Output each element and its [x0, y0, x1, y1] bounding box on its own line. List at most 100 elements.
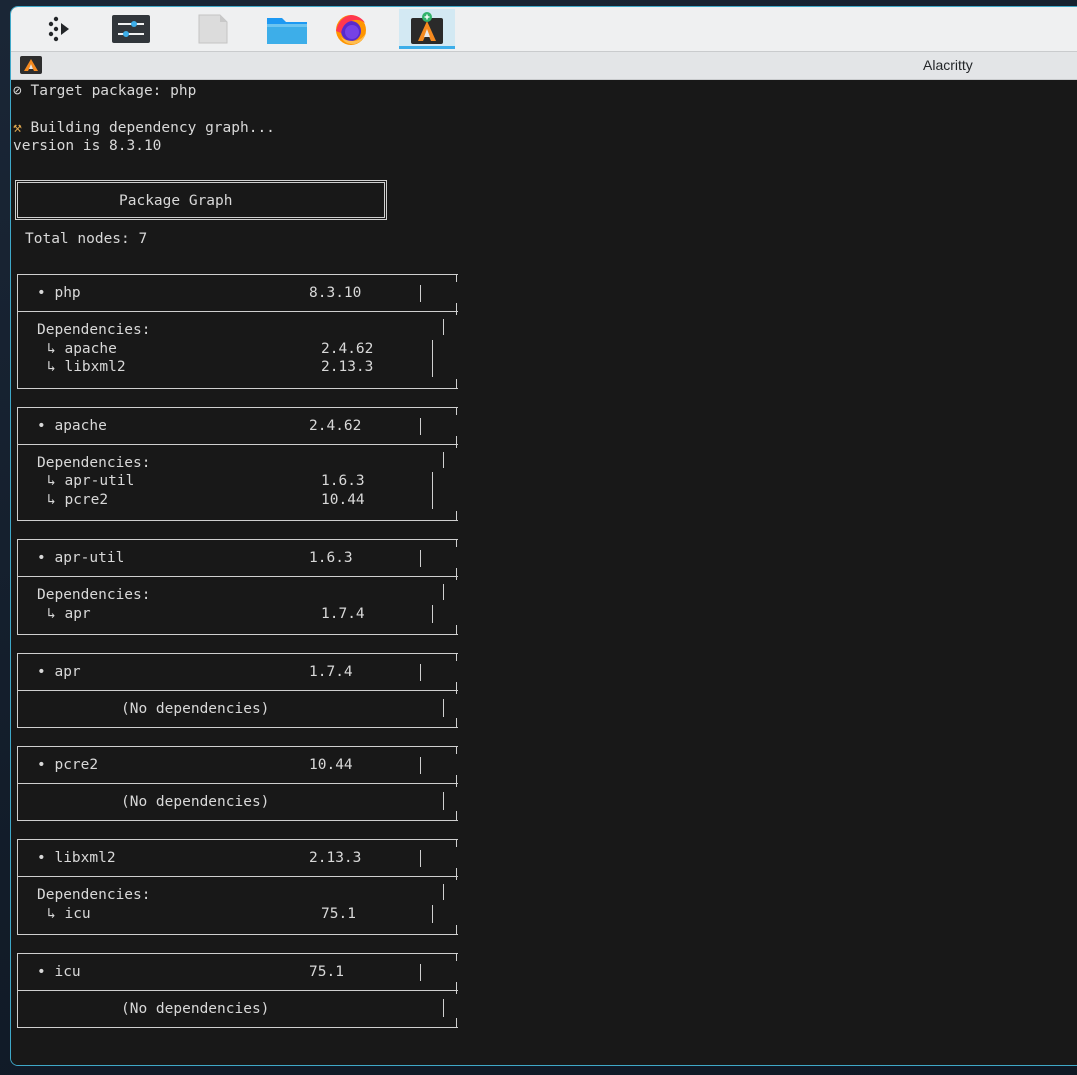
header-right-edge	[456, 839, 457, 847]
body-right-edge-top	[456, 982, 457, 994]
dependency-name: ↳ icu	[47, 905, 91, 922]
header-right-edge	[456, 653, 457, 661]
body-right-edge-bottom	[456, 925, 457, 934]
package-bullet-name: • icu	[37, 964, 81, 980]
package-header-box	[17, 274, 458, 312]
no-deps-edge	[443, 999, 444, 1017]
deps-list-edge	[432, 904, 433, 923]
body-right-edge-bottom	[456, 625, 457, 634]
terminal-area[interactable]: ⊘ Target package: php ⚒ Building depende…	[11, 80, 1077, 1065]
package-bullet-name: • libxml2	[37, 850, 116, 866]
deps-label-edge	[443, 319, 444, 335]
header-right-edge	[456, 274, 457, 282]
package-header-box	[17, 953, 458, 991]
dots-launcher-icon	[48, 16, 69, 42]
target-line: ⊘ Target package: php	[13, 83, 197, 99]
dependency-name: ↳ apr-util	[47, 473, 135, 489]
hammer-icon: ⚒	[13, 120, 22, 136]
deps-label-edge	[443, 584, 444, 600]
dependency-name: ↳ apr	[47, 605, 91, 622]
alacritty-title-icon	[20, 56, 42, 74]
body-right-edge-top	[456, 303, 457, 315]
deps-label-edge	[443, 884, 444, 900]
header-inner-edge	[420, 550, 421, 567]
header-inner-edge	[420, 757, 421, 774]
body-right-edge-top	[456, 868, 457, 880]
body-right-edge-top	[456, 568, 457, 580]
deps-list-edge	[432, 339, 433, 377]
no-deps-edge	[443, 792, 444, 810]
body-right-edge-top	[456, 435, 457, 448]
package-bullet-name: • apr	[37, 664, 81, 680]
file-manager-button[interactable]	[259, 9, 315, 49]
package-header-box	[17, 653, 458, 691]
package-bullet-name: • apache	[37, 417, 107, 434]
deps-label-edge	[443, 451, 444, 468]
deps-list-edge	[432, 472, 433, 509]
dependency-version: 2.13.3	[321, 359, 374, 375]
dependencies-label: Dependencies:	[37, 454, 151, 471]
blank-document-icon	[198, 14, 228, 44]
body-right-edge-bottom	[456, 511, 457, 520]
package-version: 1.6.3	[309, 550, 353, 566]
firefox-button[interactable]	[323, 9, 379, 49]
package-bullet-name: • pcre2	[37, 757, 99, 773]
no-deps-edge	[443, 699, 444, 717]
deps-list-edge	[432, 604, 433, 623]
package-version: 1.7.4	[309, 664, 353, 680]
dependency-version: 2.4.62	[321, 340, 374, 357]
dependency-version: 75.1	[321, 905, 356, 922]
alacritty-taskbar-button[interactable]	[399, 9, 455, 49]
no-dependencies-label: (No dependencies)	[121, 1001, 270, 1017]
system-settings-button[interactable]	[103, 9, 159, 49]
body-right-edge-top	[456, 775, 457, 787]
alacritty-icon	[411, 11, 443, 44]
alacritty-window[interactable]: Alacritty ⊘ Target package: php ⚒ Buildi…	[10, 6, 1077, 1066]
body-right-edge-bottom	[456, 378, 457, 388]
app-launcher-button[interactable]	[31, 9, 87, 49]
body-right-edge-top	[456, 682, 457, 694]
dependencies-label: Dependencies:	[37, 887, 151, 903]
firefox-icon	[336, 15, 366, 45]
folder-icon	[267, 18, 307, 44]
total-nodes: Total nodes: 7	[25, 231, 148, 247]
dependency-version: 10.44	[321, 491, 365, 508]
dependency-version: 1.7.4	[321, 605, 365, 622]
package-version: 2.4.62	[309, 417, 362, 434]
dependency-name: ↳ pcre2	[47, 491, 109, 508]
desktop-background: Alacritty ⊘ Target package: php ⚒ Buildi…	[0, 0, 1077, 1075]
no-dependencies-label: (No dependencies)	[121, 701, 270, 717]
window-title: Alacritty	[923, 57, 973, 73]
package-version: 2.13.3	[309, 850, 362, 866]
package-bullet-name: • apr-util	[37, 550, 125, 566]
text-editor-button[interactable]	[185, 9, 241, 49]
package-bullet-name: • php	[37, 285, 81, 301]
header-right-edge	[456, 406, 457, 415]
header-inner-edge	[420, 664, 421, 681]
package-version: 10.44	[309, 757, 353, 773]
dependency-version: 1.6.3	[321, 473, 365, 489]
dependency-name: ↳ libxml2	[47, 359, 126, 375]
dependencies-label: Dependencies:	[37, 322, 151, 338]
header-inner-edge	[420, 964, 421, 981]
header-inner-edge	[420, 850, 421, 867]
version-line: version is 8.3.10	[13, 138, 162, 154]
sliders-icon	[112, 15, 150, 43]
package-version: 75.1	[309, 964, 344, 980]
body-right-edge-bottom	[456, 811, 457, 820]
body-right-edge-bottom	[456, 718, 457, 727]
header-right-edge	[456, 539, 457, 547]
header-inner-edge	[420, 285, 421, 302]
header-right-edge	[456, 953, 457, 961]
graph-title: Package Graph	[119, 193, 233, 209]
body-right-edge-bottom	[456, 1018, 457, 1027]
package-version: 8.3.10	[309, 285, 362, 301]
taskbar	[11, 7, 1077, 52]
package-icon: ⊘	[13, 83, 22, 99]
dependency-name: ↳ apache	[47, 340, 117, 357]
building-line: ⚒ Building dependency graph...	[13, 120, 275, 136]
no-dependencies-label: (No dependencies)	[121, 794, 270, 810]
header-right-edge	[456, 746, 457, 754]
dependencies-label: Dependencies:	[37, 587, 151, 603]
window-titlebar[interactable]: Alacritty	[11, 52, 1077, 80]
